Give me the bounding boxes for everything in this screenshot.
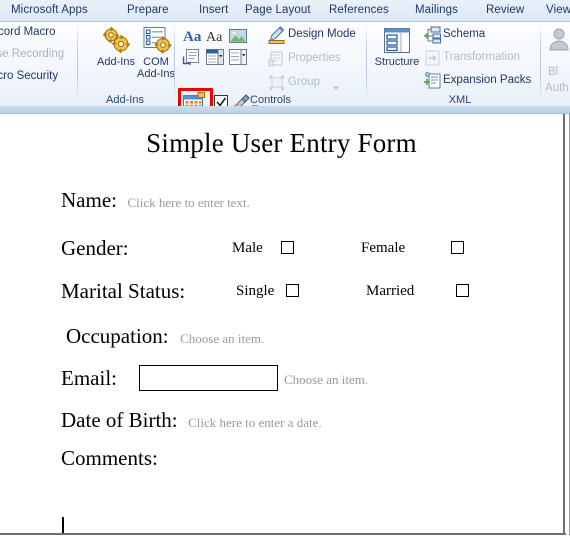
block-authors-label-line1: Bl bbox=[548, 66, 559, 78]
tab-page-layout[interactable]: Page Layout bbox=[242, 2, 314, 18]
group-icon bbox=[268, 74, 288, 92]
ribbon: Microsoft Apps Prepare Insert Page Layou… bbox=[0, 0, 570, 118]
field-row-date-of-birth: Date of Birth: Click here to enter a dat… bbox=[61, 408, 322, 433]
gender-female-checkbox[interactable] bbox=[451, 241, 464, 254]
field-row-comments: Comments: bbox=[61, 446, 158, 471]
email-label: Email: bbox=[61, 366, 117, 390]
group-separator bbox=[366, 25, 367, 99]
macro-security-command[interactable]: acro Security bbox=[0, 70, 58, 82]
word-window: Microsoft Apps Prepare Insert Page Layou… bbox=[0, 0, 570, 540]
window-bottom-area bbox=[0, 535, 570, 540]
drop-down-list-content-control-icon[interactable] bbox=[228, 48, 248, 66]
block-authors-icon bbox=[548, 26, 570, 52]
properties-command: Properties bbox=[288, 52, 341, 64]
transformation-command: Transformation bbox=[443, 51, 520, 63]
ribbon-body: cord Macro use Recording acro Security A bbox=[0, 22, 570, 118]
gears-icon bbox=[102, 26, 131, 54]
record-macro-command[interactable]: cord Macro bbox=[0, 26, 56, 38]
group-dropdown-arrow-icon bbox=[332, 79, 340, 90]
email-dropdown-placeholder[interactable]: Choose an item. bbox=[284, 372, 368, 388]
tab-references[interactable]: References bbox=[326, 2, 392, 18]
field-row-name: Name: Click here to enter text. bbox=[61, 188, 250, 213]
schema-icon[interactable] bbox=[424, 26, 444, 44]
rich-text-content-control-icon[interactable]: Aa bbox=[182, 27, 202, 45]
field-row-gender: Gender: bbox=[61, 236, 129, 261]
properties-icon bbox=[268, 50, 288, 68]
xml-structure-icon bbox=[384, 28, 410, 53]
marital-status-label: Marital Status: bbox=[61, 279, 186, 303]
combo-box-content-control-icon[interactable] bbox=[205, 48, 225, 66]
transformation-icon bbox=[424, 49, 444, 67]
name-label: Name: bbox=[61, 188, 117, 212]
ribbon-bottom-band bbox=[0, 106, 570, 114]
field-row-occupation: Occupation: Choose an item. bbox=[66, 324, 264, 349]
comments-label: Comments: bbox=[61, 446, 158, 470]
occupation-dropdown-placeholder[interactable]: Choose an item. bbox=[180, 331, 264, 346]
expansion-packs-icon[interactable] bbox=[424, 72, 444, 90]
picture-content-control-icon[interactable] bbox=[228, 27, 248, 45]
gender-option-female-label: Female bbox=[361, 240, 406, 256]
field-row-email: Email: bbox=[61, 366, 117, 391]
com-addins-icon bbox=[143, 27, 173, 55]
pause-recording-command: use Recording bbox=[0, 48, 65, 60]
group-separator bbox=[540, 25, 541, 99]
building-block-gallery-icon[interactable] bbox=[182, 48, 202, 66]
schema-command[interactable]: Schema bbox=[443, 28, 485, 40]
tab-microsoft-apps[interactable]: Microsoft Apps bbox=[8, 2, 91, 18]
gender-label: Gender: bbox=[61, 236, 129, 260]
marital-married-checkbox[interactable] bbox=[456, 284, 469, 297]
tab-review[interactable]: Review bbox=[483, 2, 527, 18]
group-command: Group bbox=[288, 76, 320, 88]
email-input[interactable] bbox=[139, 365, 278, 391]
name-input-placeholder[interactable]: Click here to enter text. bbox=[127, 195, 249, 210]
gender-male-checkbox[interactable] bbox=[281, 241, 294, 254]
group-separator bbox=[174, 25, 175, 99]
expansion-packs-command[interactable]: Expansion Packs bbox=[443, 74, 531, 86]
marital-single-checkbox[interactable] bbox=[286, 284, 299, 297]
block-authors-label-line2: Auth bbox=[545, 82, 569, 94]
design-mode-command[interactable]: Design Mode bbox=[288, 28, 356, 40]
field-row-marital-status: Marital Status: bbox=[61, 279, 185, 304]
date-of-birth-label: Date of Birth: bbox=[61, 408, 178, 432]
add-ins-group-label: Add-Ins bbox=[106, 94, 144, 106]
marital-option-married-label: Married bbox=[366, 283, 415, 299]
svg-text:Aa: Aa bbox=[206, 30, 223, 45]
window-right-border bbox=[565, 114, 570, 540]
ribbon-tab-bar: Microsoft Apps Prepare Insert Page Layou… bbox=[0, 0, 570, 22]
occupation-label: Occupation: bbox=[66, 324, 169, 348]
marital-option-single-label: Single bbox=[236, 283, 275, 299]
svg-text:Aa: Aa bbox=[183, 29, 202, 45]
gender-option-male-label: Male bbox=[232, 240, 263, 256]
structure-button[interactable]: Structure bbox=[373, 26, 421, 68]
tab-mailings[interactable]: Mailings bbox=[412, 2, 461, 18]
tab-prepare[interactable]: Prepare bbox=[124, 2, 172, 18]
xml-group-label: XML bbox=[448, 94, 472, 106]
tab-view[interactable]: View bbox=[543, 2, 570, 18]
date-of-birth-picker-placeholder[interactable]: Click here to enter a date. bbox=[188, 415, 322, 430]
page-title: Simple User Entry Form bbox=[146, 128, 417, 158]
tab-insert[interactable]: Insert bbox=[196, 2, 231, 18]
plain-text-content-control-icon[interactable]: Aa bbox=[205, 27, 225, 45]
design-mode-icon[interactable] bbox=[268, 26, 288, 44]
text-cursor bbox=[62, 517, 64, 534]
structure-button-label: Structure bbox=[374, 56, 420, 68]
group-separator bbox=[77, 25, 78, 99]
